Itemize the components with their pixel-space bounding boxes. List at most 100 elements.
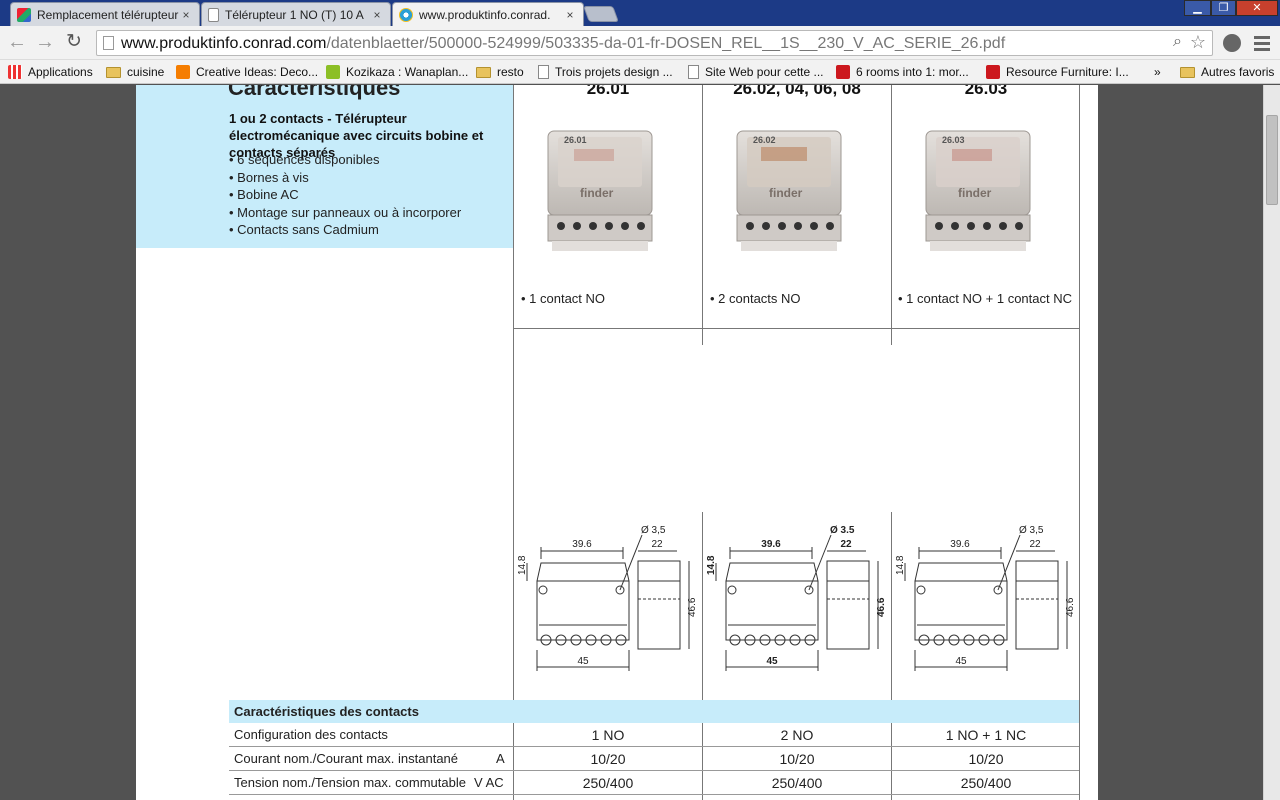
contact-caption: • 1 contact NO + 1 contact NC [898,291,1072,306]
address-bar[interactable]: www.produktinfo.conrad.com/datenblaetter… [96,30,1213,56]
tab-close-icon[interactable]: × [563,8,577,22]
relay-brand-label: finder [769,186,803,200]
bookmark-site-web[interactable]: Site Web pour cette ... [688,63,824,81]
cell-value: 250/400 [582,775,634,791]
bookmark-applications[interactable]: Applications [8,63,93,81]
bookmark-6-rooms[interactable]: 6 rooms into 1: mor... [836,63,969,81]
dimension-drawing: 39.6 Ø 3.5 22 14.8 46.6 45 [706,525,886,671]
dimension-drawing: 39.6 Ø 3,5 22 14.8 46.6 45 [517,525,697,671]
pdf-page: Caractéristiques 1 ou 2 contacts - Télér… [136,85,1098,800]
table-header-row: Caractéristiques des contacts [229,700,1079,723]
cell-value: 1 NO [591,727,625,743]
extension-icon[interactable] [1223,34,1241,52]
menu-icon[interactable] [1254,33,1270,53]
table-row: Tension nom./Tension max. commutable V A… [229,771,1079,794]
dimension-side: 14.8 [706,555,717,575]
page-icon [688,65,699,79]
section-title: Caractéristiques [228,85,401,100]
pdf-viewport[interactable]: Caractéristiques 1 ou 2 contacts - Télér… [0,85,1280,800]
browser-toolbar: ← → ↻ www.produktinfo.conrad.com/datenbl… [0,26,1280,60]
other-bookmarks[interactable]: Autres favoris [1180,63,1274,81]
model-number: 26.02, 04, 06, 08 [733,85,861,98]
feature-item: • 6 séquences disponibles [229,152,380,167]
row-label: Tension nom./Tension max. commutable [234,775,466,790]
table-row: Courant nom./Courant max. instantané A 1… [229,747,1079,770]
relay-model-label: 26.03 [942,135,965,145]
tab-produktinfo[interactable]: www.produktinfo.conrad. × [392,2,584,26]
bookmarks-bar: Applications cuisine Creative Ideas: Dec… [0,60,1280,84]
table-row: Configuration des contacts 1 NO 2 NO 1 N… [229,723,1079,746]
zoom-icon[interactable]: ⌕ [1173,33,1182,51]
tab-close-icon[interactable]: × [370,8,384,22]
dimension-depth: 22 [1029,539,1041,550]
table-header: Caractéristiques des contacts [234,704,419,719]
vertical-scrollbar[interactable] [1263,85,1280,800]
dimension-height: 46.6 [687,597,697,617]
bookmark-creative-ideas[interactable]: Creative Ideas: Deco... [176,63,318,81]
minimize-button[interactable]: ▁ [1184,0,1211,16]
dimension-side: 14.8 [517,555,528,575]
row-unit: A [496,751,505,766]
dimension-hole: Ø 3.5 [830,525,855,536]
dimension-base: 45 [955,656,967,667]
contact-caption: • 2 contacts NO [710,291,801,306]
feature-list: • 6 séquences disponibles • Bornes à vis… [229,151,461,239]
cell-value: 250/400 [771,775,823,791]
relay-product-image: 26.02 finder [736,130,842,251]
bookmark-cuisine[interactable]: cuisine [106,63,164,81]
feature-item: • Contacts sans Cadmium [229,222,379,237]
reload-icon[interactable]: ↻ [62,31,86,55]
dimension-width: 39.6 [572,539,592,550]
cell-value: 250/400 [960,775,1012,791]
apps-grid-icon [8,65,22,79]
cell-value: 10/20 [590,751,626,767]
feature-item: • Montage sur panneaux ou à incorporer [229,204,462,220]
bookmark-kozikaza[interactable]: Kozikaza : Wanaplan... [326,63,468,81]
dimension-depth: 22 [840,539,852,550]
bookmark-label: Creative Ideas: Deco... [196,65,319,79]
forward-arrow-icon[interactable]: → [33,31,57,55]
relay-product-image: 26.03 finder [925,130,1031,251]
tab-close-icon[interactable]: × [179,8,193,22]
row-divider [513,328,1080,329]
dimension-depth: 22 [651,539,663,550]
url-path: /datenblaetter/500000-524999/503335-da-0… [326,35,1006,52]
cell-value: 1 NO + 1 NC [945,727,1027,743]
row-label: Configuration des contacts [234,727,388,742]
tab-title: Remplacement télérupteur [37,7,179,22]
tab-title: www.produktinfo.conrad. [419,7,551,22]
dimension-width: 39.6 [950,539,970,550]
scrollbar-thumb[interactable] [1266,115,1278,205]
tab-remplacement[interactable]: Remplacement télérupteur × [10,2,200,26]
relay-brand-label: finder [958,186,992,200]
kozikaza-icon [326,65,340,79]
restore-button[interactable]: ❐ [1211,0,1236,16]
dimension-width: 39.6 [761,539,781,550]
site-favicon-icon [17,7,31,22]
bookmark-label: Resource Furniture: I... [1006,65,1129,79]
dimension-height: 46.6 [876,597,886,617]
cell-value: 2 NO [780,727,814,743]
folder-icon [106,66,121,78]
bookmark-resource-furniture[interactable]: Resource Furniture: I... [986,63,1129,81]
folder-icon [1180,66,1195,78]
bookmark-trois-projets[interactable]: Trois projets design ... [538,63,673,81]
relay-model-label: 26.02 [753,135,776,145]
bookmark-resto[interactable]: resto [476,63,524,81]
dimension-base: 45 [766,656,778,667]
back-arrow-icon[interactable]: ← [5,31,29,55]
bookmark-star-icon[interactable]: ☆ [1190,32,1206,53]
blogger-icon [176,65,190,79]
dimension-hole: Ø 3,5 [641,525,666,536]
new-tab-button[interactable] [583,6,619,22]
bookmark-label: Applications [28,65,93,79]
page-icon [208,7,219,22]
tab-telerupteur[interactable]: Télérupteur 1 NO (T) 10 A × [201,2,391,26]
column-divider [891,85,892,345]
bookmarks-overflow-button[interactable]: » [1154,63,1161,81]
row-label: Courant nom./Courant max. instantané [234,751,459,766]
close-window-button[interactable]: ✕ [1236,0,1278,16]
url-text: www.produktinfo.conrad.com/datenblaetter… [121,35,1005,53]
dimension-base: 45 [577,656,589,667]
cell-value: 10/20 [968,751,1004,767]
